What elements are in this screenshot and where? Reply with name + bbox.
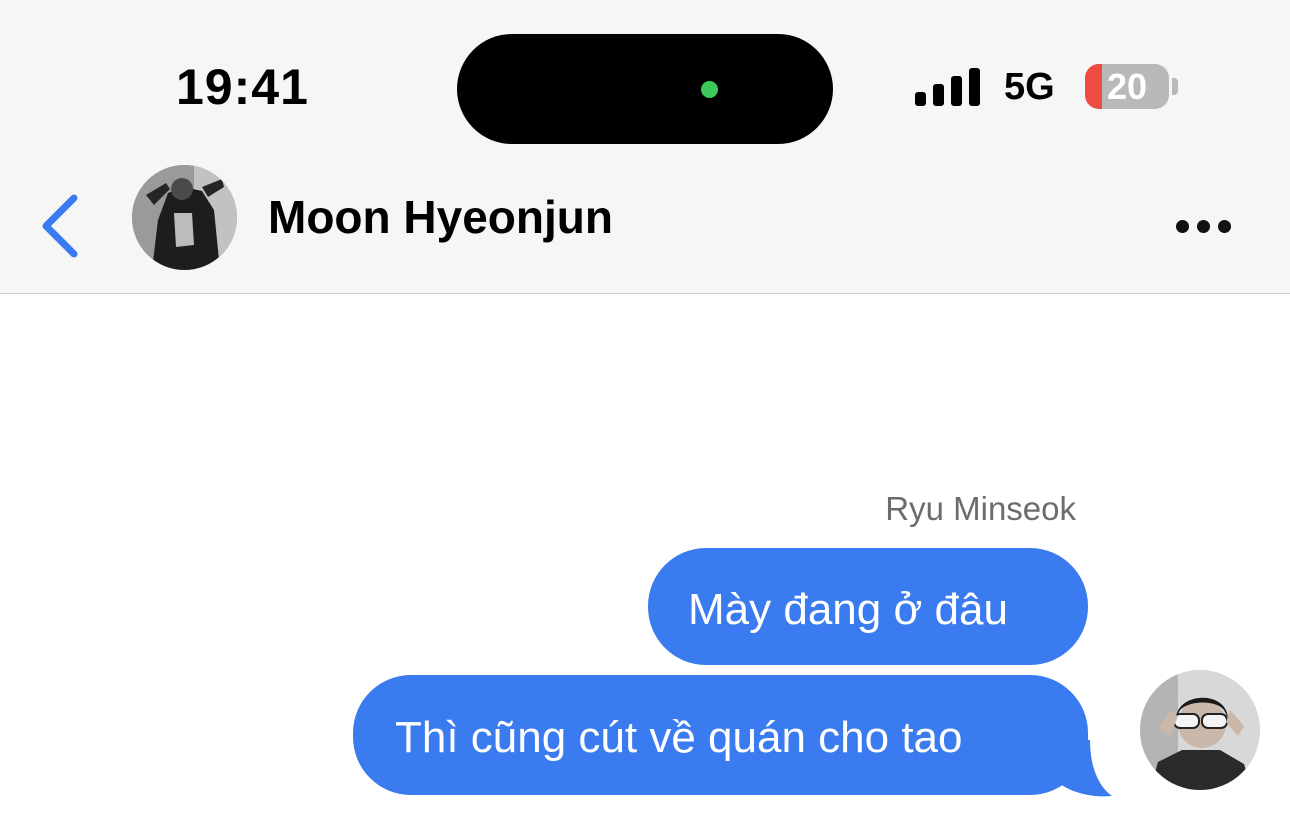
dynamic-island (457, 34, 833, 144)
sender-name: Ryu Minseok (885, 490, 1076, 527)
sender-photo (1140, 670, 1260, 790)
message-text: Mày đang ở đâu (688, 585, 1008, 634)
ellipsis-icon (1176, 220, 1189, 233)
battery-tip (1172, 78, 1178, 95)
message-bubble[interactable]: Mày đang ở đâu (648, 548, 1088, 665)
network-type: 5G (1004, 66, 1055, 108)
navigation-header: 19:41 5G 20 Moon Hyeonjun (0, 0, 1290, 294)
camera-indicator-dot (701, 81, 718, 98)
more-options-button[interactable] (1168, 206, 1238, 246)
back-button[interactable] (34, 190, 94, 260)
chevron-left-icon (42, 194, 78, 258)
battery-icon: 20 (1085, 64, 1169, 109)
message-text: Thì cũng cút về quán cho tao (395, 713, 963, 762)
cellular-signal-icon (915, 68, 981, 106)
message-bubble[interactable]: Thì cũng cút về quán cho tao (353, 675, 1088, 795)
ellipsis-icon (1218, 220, 1231, 233)
sender-avatar[interactable] (1140, 670, 1260, 790)
contact-photo (132, 165, 237, 270)
ellipsis-icon (1197, 220, 1210, 233)
contact-avatar[interactable] (132, 165, 237, 270)
bubble-tail (1060, 740, 1112, 797)
contact-name[interactable]: Moon Hyeonjun (268, 190, 613, 244)
battery-percent: 20 (1106, 66, 1148, 107)
status-time: 19:41 (176, 59, 309, 115)
